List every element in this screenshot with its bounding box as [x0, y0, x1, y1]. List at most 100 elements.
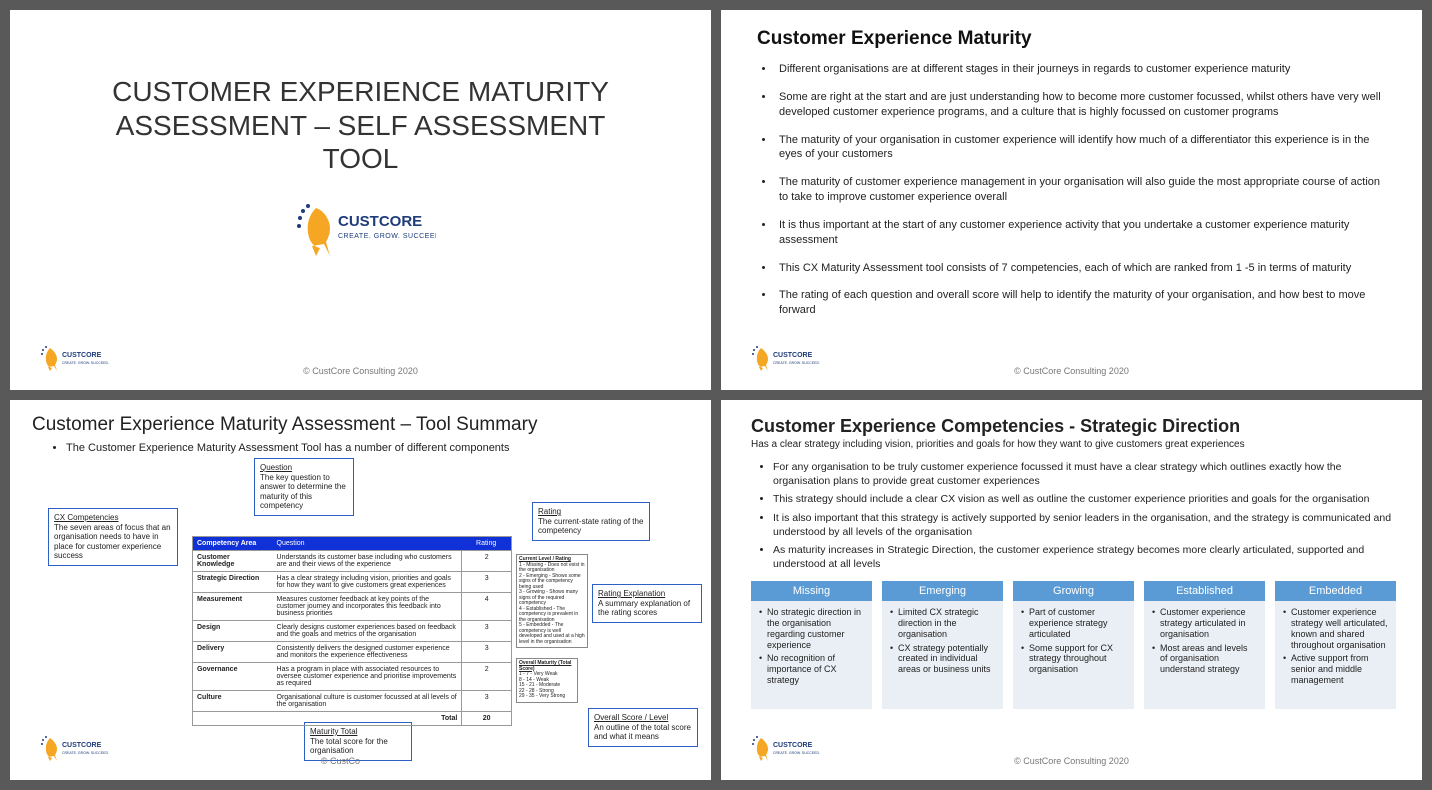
- level-body: Customer experience strategy articulated…: [1144, 601, 1265, 709]
- legend-line: 3 - Growing - Shows many signs of the re…: [519, 590, 585, 607]
- cell-area: Culture: [193, 691, 273, 711]
- legend-level: Current Level / Rating 1 - Missing - Doe…: [516, 554, 588, 648]
- callout-maturity-total: Maturity Total The total score for the o…: [304, 722, 412, 761]
- bullet-item: The maturity of your organisation in cus…: [775, 133, 1392, 163]
- slide3-intro: The Customer Experience Maturity Assessm…: [66, 442, 689, 454]
- callout-body: The current-state rating of the competen…: [538, 517, 643, 536]
- brand-name: CUSTCORE: [338, 213, 422, 230]
- level-point: Some support for CX strategy throughout …: [1021, 643, 1126, 675]
- legend-overall-title: Overall Maturity (Total Score): [519, 660, 571, 672]
- table-row: MeasurementMeasures customer feedback at…: [193, 592, 511, 620]
- level-header: Growing: [1013, 581, 1134, 601]
- table-row: GovernanceHas a program in place with as…: [193, 662, 511, 690]
- slide-title: CUSTOMER EXPERIENCE MATURITY ASSESSMENT …: [10, 10, 711, 390]
- level-point: Active support from senior and middle ma…: [1283, 653, 1388, 685]
- svg-text:CREATE. GROW. SUCCEED.: CREATE. GROW. SUCCEED.: [62, 361, 109, 365]
- bullet-item: This strategy should include a clear CX …: [773, 492, 1396, 506]
- legend-line: 4 - Established - The competency is prev…: [519, 607, 585, 624]
- bullet-item: Some are right at the start and are just…: [775, 90, 1392, 120]
- legend-line: 2 - Emerging - Shows some signs of the c…: [519, 574, 585, 591]
- callout-rating: Rating The current-state rating of the c…: [532, 502, 650, 541]
- slide2-heading: Customer Experience Maturity: [757, 28, 1392, 50]
- legend-line: 29 - 35 - Very Strong: [519, 694, 575, 700]
- cell-area: Customer Knowledge: [193, 551, 273, 571]
- callout-title: Rating Explanation: [598, 589, 665, 598]
- callout-overall-score: Overall Score / Level An outline of the …: [588, 708, 698, 747]
- table-total-row: Total 20: [193, 711, 511, 725]
- table-row: DeliveryConsistently delivers the design…: [193, 641, 511, 662]
- slide-strategic-direction: Customer Experience Competencies - Strat…: [721, 400, 1422, 780]
- bullet-item: This CX Maturity Assessment tool consist…: [775, 261, 1392, 276]
- table-row: CultureOrganisational culture is custome…: [193, 690, 511, 711]
- cell-area: Delivery: [193, 642, 273, 662]
- copyright: © CustCore Consulting 2020: [10, 366, 711, 376]
- col-competency: Competency Area: [193, 537, 273, 550]
- callout-question: Question The key question to answer to d…: [254, 458, 354, 516]
- callout-body: The total score for the organisation: [310, 737, 388, 756]
- level-header: Established: [1144, 581, 1265, 601]
- col-rating: Rating: [461, 537, 511, 550]
- level-header: Emerging: [882, 581, 1003, 601]
- bullet-item: For any organisation to be truly custome…: [773, 460, 1396, 488]
- title-line-3: TOOL: [70, 142, 651, 176]
- bullet-item: The maturity of customer experience mana…: [775, 175, 1392, 205]
- bullet-item: As maturity increases in Strategic Direc…: [773, 543, 1396, 571]
- total-label: Total: [273, 712, 462, 725]
- bullet-item: It is also important that this strategy …: [773, 511, 1396, 539]
- level-header: Missing: [751, 581, 872, 601]
- cell-area: Strategic Direction: [193, 572, 273, 592]
- title-line-1: CUSTOMER EXPERIENCE MATURITY: [70, 75, 651, 109]
- bullet-item: Different organisations are at different…: [775, 62, 1392, 77]
- total-value: 20: [461, 712, 511, 725]
- table-row: DesignClearly designs customer experienc…: [193, 620, 511, 641]
- slide-maturity-intro: Customer Experience Maturity Different o…: [721, 10, 1422, 390]
- level-point: Limited CX strategic direction in the or…: [890, 607, 995, 639]
- table-header: Competency Area Question Rating: [193, 537, 511, 550]
- cell-area: Governance: [193, 663, 273, 690]
- level-point: No strategic direction in the organisati…: [759, 607, 864, 650]
- level-body: No strategic direction in the organisati…: [751, 601, 872, 709]
- table-row: Strategic DirectionHas a clear strategy …: [193, 571, 511, 592]
- callout-title: Overall Score / Level: [594, 713, 668, 722]
- maturity-level: EstablishedCustomer experience strategy …: [1144, 581, 1265, 709]
- callout-title: CX Competencies: [54, 513, 118, 522]
- slide3-heading: Customer Experience Maturity Assessment …: [32, 414, 689, 436]
- callout-body: An outline of the total score and what i…: [594, 723, 691, 742]
- level-point: Most areas and levels of organisation un…: [1152, 643, 1257, 675]
- main-title: CUSTOMER EXPERIENCE MATURITY ASSESSMENT …: [10, 75, 711, 176]
- brand-tagline: CREATE. GROW. SUCCEED.: [338, 233, 436, 240]
- slide4-heading: Customer Experience Competencies - Strat…: [751, 416, 1396, 437]
- maturity-level: Missing No strategic direction in the org…: [751, 581, 872, 709]
- level-point: Part of customer experience strategy art…: [1021, 607, 1126, 639]
- cell-question: Clearly designs customer experiences bas…: [273, 621, 462, 641]
- callout-body: The seven areas of focus that an organis…: [54, 523, 171, 561]
- level-point: No recognition of importance of CX strat…: [759, 653, 864, 685]
- level-point: CX strategy potentially created in indiv…: [890, 643, 995, 675]
- cell-question: Consistently delivers the designed custo…: [273, 642, 462, 662]
- copyright: © CustCore Consulting 2020: [721, 366, 1422, 376]
- cell-question: Has a program in place with associated r…: [273, 663, 462, 690]
- level-body: Part of customer experience strategy art…: [1013, 601, 1134, 709]
- maturity-level: Growing Part of customer experience strat…: [1013, 581, 1134, 709]
- svg-text:CUSTCORE: CUSTCORE: [62, 742, 102, 749]
- brand-logo-large: CUSTCORE CREATE. GROW. SUCCEED.: [10, 198, 711, 263]
- level-point: Customer experience strategy well articu…: [1283, 607, 1388, 650]
- maturity-levels-row: Missing No strategic direction in the org…: [751, 581, 1396, 709]
- cell-rating: 3: [461, 642, 511, 662]
- callout-body: The key question to answer to determine …: [260, 473, 346, 511]
- svg-text:CREATE. GROW. SUCCEED.: CREATE. GROW. SUCCEED.: [773, 751, 820, 755]
- slide4-bullet-list: For any organisation to be truly custome…: [773, 460, 1396, 571]
- legend-line: 1 - Missing - Does not exist in the orga…: [519, 563, 585, 574]
- col-question: Question: [273, 537, 462, 550]
- cell-area: Design: [193, 621, 273, 641]
- custcore-logo-icon: CUSTCORE CREATE. GROW. SUCCEED.: [286, 198, 436, 258]
- callout-title: Question: [260, 463, 292, 472]
- svg-text:CUSTCORE: CUSTCORE: [62, 352, 102, 359]
- svg-text:CUSTCORE: CUSTCORE: [773, 742, 813, 749]
- slide-tool-summary: Customer Experience Maturity Assessment …: [10, 400, 711, 780]
- slide3-diagram: CX Competencies The seven areas of focus…: [32, 458, 689, 758]
- callout-cx-competencies: CX Competencies The seven areas of focus…: [48, 508, 178, 566]
- level-body: Customer experience strategy well articu…: [1275, 601, 1396, 709]
- svg-text:CUSTCORE: CUSTCORE: [773, 352, 813, 359]
- copyright: © CustCo: [10, 756, 711, 766]
